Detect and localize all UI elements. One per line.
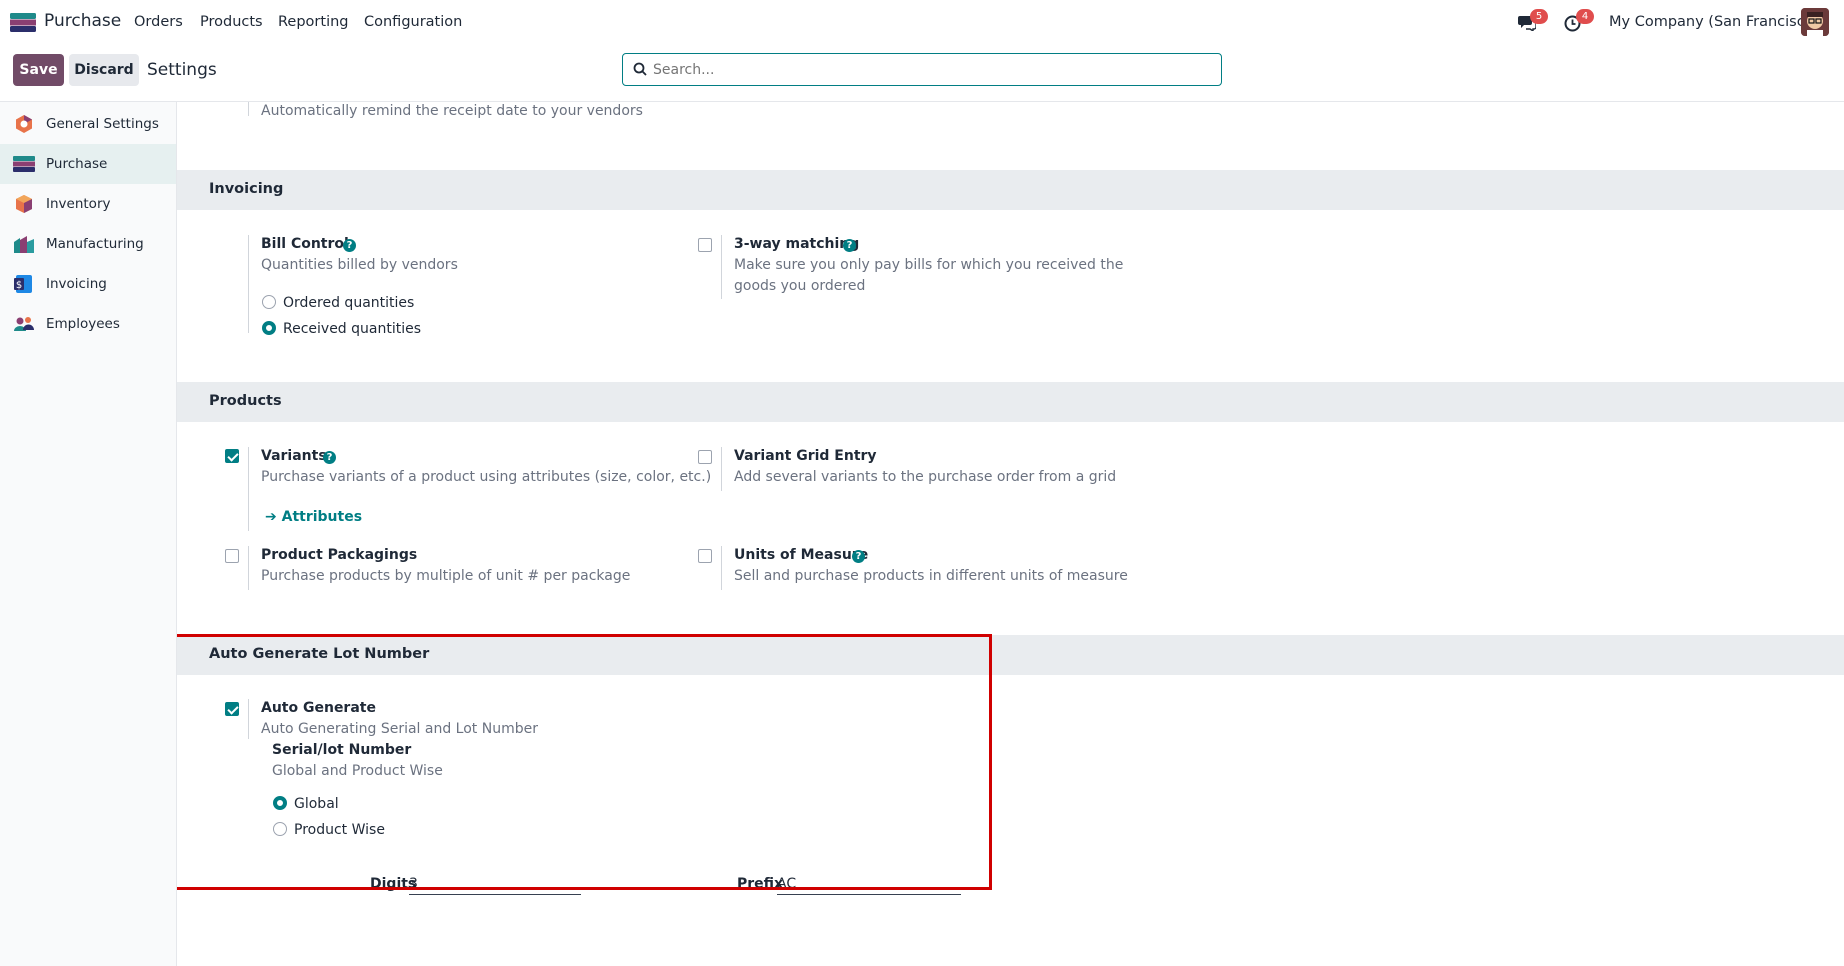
product-packagings-title: Product Packagings	[261, 547, 418, 563]
setting-divider	[721, 546, 722, 590]
app-name[interactable]: Purchase	[44, 11, 121, 31]
sidebar-item-employees[interactable]: Employees	[0, 304, 176, 344]
menu-reporting[interactable]: Reporting	[278, 14, 349, 30]
sidebar-item-manufacturing[interactable]: Manufacturing	[0, 224, 176, 264]
breadcrumb: Settings	[147, 60, 217, 80]
section-auto-generate-lot: Auto Generate Lot Number	[177, 635, 1844, 675]
top-navbar: Purchase Orders Products Reporting Confi…	[0, 0, 1844, 46]
discard-button[interactable]: Discard	[69, 54, 139, 86]
auto-generate-desc: Auto Generating Serial and Lot Number	[261, 721, 538, 737]
auto-generate-title: Auto Generate	[261, 700, 376, 716]
variants-checkbox[interactable]	[225, 449, 239, 463]
sidebar-item-purchase[interactable]: Purchase	[0, 144, 176, 184]
three-way-matching-checkbox[interactable]	[698, 238, 712, 252]
three-way-matching-desc: Make sure you only pay bills for which y…	[734, 257, 1124, 294]
radio-label: Product Wise	[294, 822, 385, 838]
inventory-icon	[16, 195, 32, 213]
setting-divider	[248, 699, 249, 739]
bill-control-title: Bill Control	[261, 236, 349, 252]
help-icon[interactable]: ?	[852, 550, 865, 563]
arrow-right-icon: ➔	[265, 509, 282, 525]
purchase-app-icon[interactable]	[10, 13, 36, 32]
sidebar-item-label: Employees	[46, 316, 120, 332]
sidebar-item-invoicing[interactable]: $ Invoicing	[0, 264, 176, 304]
radio-ordered-quantities[interactable]	[262, 295, 276, 309]
radio-label: Received quantities	[283, 321, 422, 337]
sidebar-item-label: General Settings	[46, 116, 159, 132]
attributes-link[interactable]: ➔ Attributes	[265, 509, 362, 525]
units-of-measure-checkbox[interactable]	[698, 549, 712, 563]
setting-divider	[248, 235, 249, 333]
sidebar-item-inventory[interactable]: Inventory	[0, 184, 176, 224]
variant-grid-checkbox[interactable]	[698, 450, 712, 464]
receipt-reminder-desc: Automatically remind the receipt date to…	[261, 103, 643, 119]
activities-badge: 4	[1576, 9, 1594, 24]
radio-global[interactable]	[273, 796, 287, 810]
section-title: Auto Generate Lot Number	[209, 646, 430, 662]
user-avatar[interactable]	[1801, 8, 1829, 36]
units-of-measure-desc: Sell and purchase products in different …	[734, 568, 1128, 584]
three-way-matching-title: 3-way matching	[734, 236, 860, 252]
units-of-measure-title: Units of Measure	[734, 547, 869, 563]
section-products: Products	[177, 382, 1844, 422]
general-settings-icon	[16, 115, 32, 133]
control-panel: Save Discard Settings	[0, 46, 1844, 102]
avatar-face-icon	[1801, 8, 1829, 36]
serial-lot-desc: Global and Product Wise	[272, 763, 443, 779]
setting-divider	[248, 546, 249, 590]
product-packagings-desc: Purchase products by multiple of unit # …	[261, 568, 631, 584]
manufacturing-icon	[14, 236, 34, 253]
sidebar-item-label: Invoicing	[46, 276, 107, 292]
search-icon	[633, 62, 647, 76]
messages-badge: 5	[1530, 9, 1548, 24]
setting-divider	[248, 102, 249, 116]
invoicing-icon: $	[14, 275, 32, 293]
radio-label: Global	[294, 796, 339, 812]
auto-generate-checkbox[interactable]	[225, 702, 239, 716]
variants-desc: Purchase variants of a product using att…	[261, 469, 712, 485]
settings-main: Automatically remind the receipt date to…	[177, 102, 1844, 966]
search-box[interactable]	[622, 53, 1222, 86]
purchase-icon	[13, 156, 35, 172]
setting-divider	[721, 447, 722, 491]
serial-lot-title: Serial/lot Number	[272, 742, 412, 758]
menu-products[interactable]: Products	[200, 14, 263, 30]
section-title: Products	[209, 393, 282, 409]
setting-divider	[248, 447, 249, 531]
search-input[interactable]	[653, 54, 1213, 85]
section-invoicing: Invoicing	[177, 170, 1844, 210]
sidebar-item-label: Purchase	[46, 156, 108, 172]
product-packagings-checkbox[interactable]	[225, 549, 239, 563]
radio-received-quantities[interactable]	[262, 321, 276, 335]
employees-icon	[14, 317, 34, 331]
radio-product-wise[interactable]	[273, 822, 287, 836]
attributes-link-label: Attributes	[281, 509, 363, 525]
variants-title: Variants	[261, 448, 327, 464]
radio-label: Ordered quantities	[283, 295, 415, 311]
sidebar-item-label: Manufacturing	[46, 236, 144, 252]
help-icon[interactable]: ?	[343, 239, 356, 252]
company-switcher[interactable]: My Company (San Francisco)	[1609, 14, 1819, 30]
settings-sidebar: General Settings Purchase Inventory Manu…	[0, 102, 177, 966]
section-title: Invoicing	[209, 181, 284, 197]
help-icon[interactable]: ?	[323, 451, 336, 464]
save-button[interactable]: Save	[13, 54, 64, 86]
bill-control-desc: Quantities billed by vendors	[261, 257, 458, 273]
menu-orders[interactable]: Orders	[134, 14, 183, 30]
svg-text:$: $	[16, 280, 22, 291]
sidebar-item-label: Inventory	[46, 196, 111, 212]
variant-grid-desc: Add several variants to the purchase ord…	[734, 469, 1117, 485]
menu-configuration[interactable]: Configuration	[364, 14, 462, 30]
digits-input[interactable]	[409, 873, 581, 895]
sidebar-item-general-settings[interactable]: General Settings	[0, 104, 176, 144]
help-icon[interactable]: ?	[843, 239, 856, 252]
prefix-input[interactable]	[777, 873, 961, 895]
setting-divider	[721, 235, 722, 299]
variant-grid-title: Variant Grid Entry	[734, 448, 877, 464]
